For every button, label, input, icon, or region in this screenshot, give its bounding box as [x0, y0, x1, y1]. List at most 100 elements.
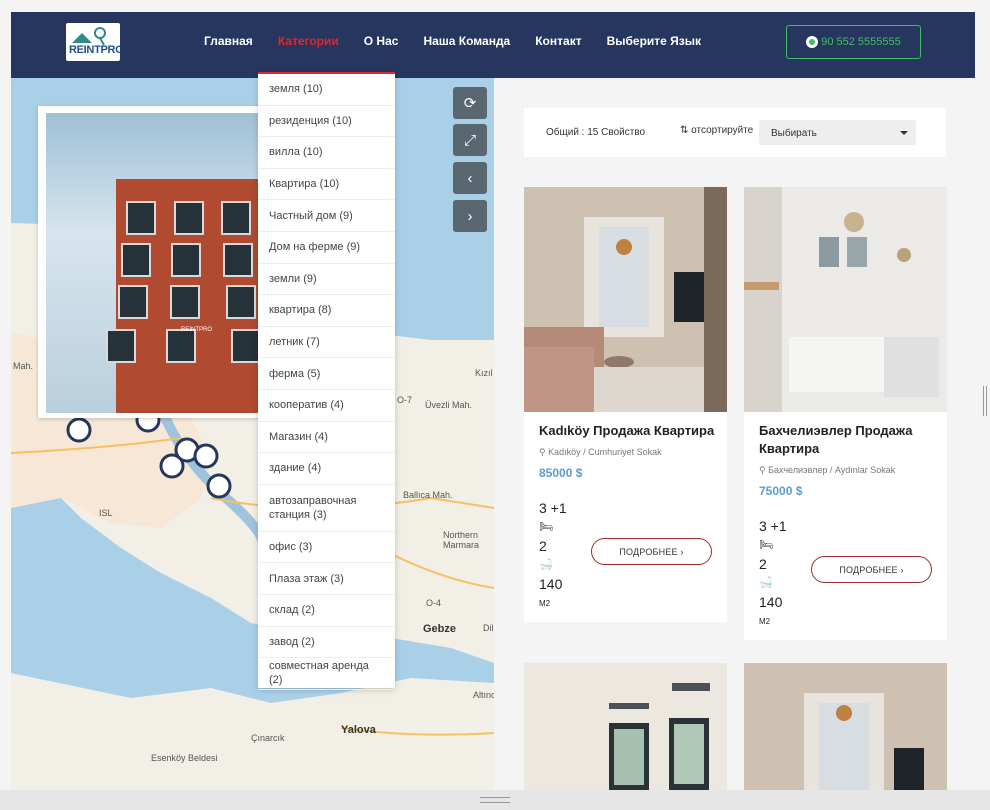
logo-text: REINTPRO: [69, 44, 120, 56]
photo-watermark: REINTPRO: [181, 327, 213, 333]
category-item[interactable]: квартира (8): [258, 295, 395, 327]
category-item[interactable]: кооператив (4): [258, 390, 395, 422]
category-item[interactable]: Частный дом (9): [258, 200, 395, 232]
map-property-popup[interactable]: REINTPRO: [38, 106, 276, 418]
property-image: [524, 663, 727, 790]
map-next-button[interactable]: ›: [453, 200, 487, 232]
map-refresh-button[interactable]: ⟳: [453, 87, 487, 119]
categories-dropdown: земля (10) резиденция (10) вилла (10) Кв…: [258, 72, 395, 690]
area-value: 140: [759, 594, 783, 610]
category-item[interactable]: ферма (5): [258, 358, 395, 390]
side-resize-handle[interactable]: [983, 386, 987, 416]
category-item[interactable]: Квартира (10): [258, 169, 395, 201]
map-label: Ballıca Mah.: [403, 490, 453, 500]
total-count: Общий : 15 Свойство: [546, 127, 646, 138]
map-label: Yalova: [341, 724, 376, 736]
details-button[interactable]: ПОДРОБНЕЕ ›: [591, 538, 712, 565]
property-photo: REINTPRO: [46, 113, 268, 413]
map-label: O-7: [397, 395, 413, 405]
bed-icon: 🛏: [539, 521, 553, 533]
category-item[interactable]: склад (2): [258, 595, 395, 627]
area-value: 140: [539, 576, 563, 592]
rooms-value: 3 +1: [539, 500, 567, 516]
category-item[interactable]: Магазин (4): [258, 422, 395, 454]
chevron-left-icon: ‹: [467, 169, 473, 187]
category-item[interactable]: земля (10): [258, 74, 395, 106]
nav-home[interactable]: Главная: [204, 34, 253, 48]
map-label: Dil: [483, 623, 494, 633]
address-text: Бахчелиэвлер / Aydınlar Sokak: [768, 465, 896, 475]
nav-about[interactable]: О Нас: [364, 34, 399, 48]
nav-language[interactable]: Выберите Язык: [607, 34, 701, 48]
resize-handle[interactable]: [480, 797, 510, 803]
property-image: [744, 187, 947, 412]
property-specs: 3 +1 🛏 2 🛁 140 M2: [759, 517, 787, 631]
category-item[interactable]: вилла (10): [258, 137, 395, 169]
property-image: [744, 663, 947, 790]
rooms-value: 3 +1: [759, 518, 787, 534]
category-item[interactable]: завод (2): [258, 627, 395, 659]
whatsapp-icon: [806, 36, 819, 48]
sort-select[interactable]: Выбирать: [759, 120, 916, 145]
sort-bar: Общий : 15 Свойство ⇅ отсортируйте Выбир…: [524, 108, 946, 157]
category-item[interactable]: земли (9): [258, 264, 395, 296]
phone-number: 90 552 5555555: [821, 36, 901, 48]
map-prev-button[interactable]: ‹: [453, 162, 487, 194]
sort-label-text: отсортируйте: [691, 125, 754, 136]
fullscreen-icon: ⤢: [463, 131, 476, 149]
map-fullscreen-button[interactable]: ⤢: [453, 124, 487, 156]
top-navbar: REINTPRO Главная Категории О Нас Наша Ко…: [11, 12, 975, 78]
beds-value: 2: [539, 538, 547, 554]
refresh-icon: ⟳: [463, 95, 477, 112]
category-item[interactable]: совместная аренда (2): [258, 658, 395, 690]
property-address: ⚲ Kadıköy / Cumhuriyet Sokak: [539, 447, 662, 458]
sort-icon: ⇅: [680, 125, 689, 136]
property-price: 85000 $: [539, 466, 583, 480]
area-unit: M2: [539, 599, 551, 608]
property-price: 75000 $: [759, 484, 803, 498]
map-label: Kızıl: [475, 368, 493, 378]
address-text: Kadıköy / Cumhuriyet Sokak: [548, 447, 662, 457]
category-item[interactable]: Дом на ферме (9): [258, 232, 395, 264]
nav-categories[interactable]: Категории: [278, 34, 339, 48]
map-label: Üvezli Mah.: [425, 400, 473, 410]
nav-contact[interactable]: Контакт: [535, 34, 581, 48]
category-item[interactable]: резиденция (10): [258, 106, 395, 138]
map-label: Mah.: [13, 361, 34, 371]
bed-icon: 🛏: [759, 539, 773, 551]
property-card[interactable]: Бахчелиэвлер Продажа Квартира ⚲ Бахчелиэ…: [744, 187, 947, 640]
category-item[interactable]: офис (3): [258, 532, 395, 564]
bath-icon: 🛁: [759, 577, 773, 589]
whatsapp-phone-button[interactable]: 90 552 5555555: [786, 25, 921, 59]
main-menu: Главная Категории О Нас Наша Команда Кон…: [204, 34, 726, 48]
property-image: [524, 187, 727, 412]
category-item[interactable]: Плаза этаж (3): [258, 563, 395, 595]
beds-value: 2: [759, 556, 767, 572]
property-title[interactable]: Бахчелиэвлер Продажа Квартира: [759, 422, 939, 458]
property-address: ⚲ Бахчелиэвлер / Aydınlar Sokak: [759, 465, 895, 476]
property-card[interactable]: [524, 663, 727, 790]
results-panel: Общий : 15 Свойство ⇅ отсортируйте Выбир…: [494, 78, 975, 790]
logo[interactable]: REINTPRO: [66, 23, 120, 61]
property-card[interactable]: Kadıköy Продажа Квартира ⚲ Kadıköy / Cum…: [524, 187, 727, 622]
property-specs: 3 +1 🛏 2 🛁 140 M2: [539, 499, 567, 613]
property-card[interactable]: [744, 663, 947, 790]
pin-icon: ⚲: [759, 465, 766, 475]
category-item[interactable]: летник (7): [258, 327, 395, 359]
sort-label: ⇅ отсортируйте: [680, 125, 753, 136]
category-item[interactable]: здание (4): [258, 453, 395, 485]
map-label: Altınov: [473, 690, 494, 700]
category-item[interactable]: автозаправочная станция (3): [258, 485, 395, 532]
property-title[interactable]: Kadıköy Продажа Квартира: [539, 422, 719, 440]
map-label: Northern Marmara: [443, 530, 480, 550]
page-frame: REINTPRO Главная Категории О Нас Наша Ко…: [11, 12, 975, 790]
map-label: Gebze: [423, 623, 457, 635]
map-label: ISL: [99, 508, 113, 518]
nav-team[interactable]: Наша Команда: [423, 34, 510, 48]
bath-icon: 🛁: [539, 559, 553, 571]
map-label: Esenköy Beldesi: [151, 753, 218, 763]
map-view[interactable]: Mah. Kızıl Üvezli Mah. Ballıca Mah. Nort…: [11, 78, 494, 790]
details-button[interactable]: ПОДРОБНЕЕ ›: [811, 556, 932, 583]
pin-icon: ⚲: [539, 447, 546, 457]
chevron-right-icon: ›: [467, 207, 473, 225]
